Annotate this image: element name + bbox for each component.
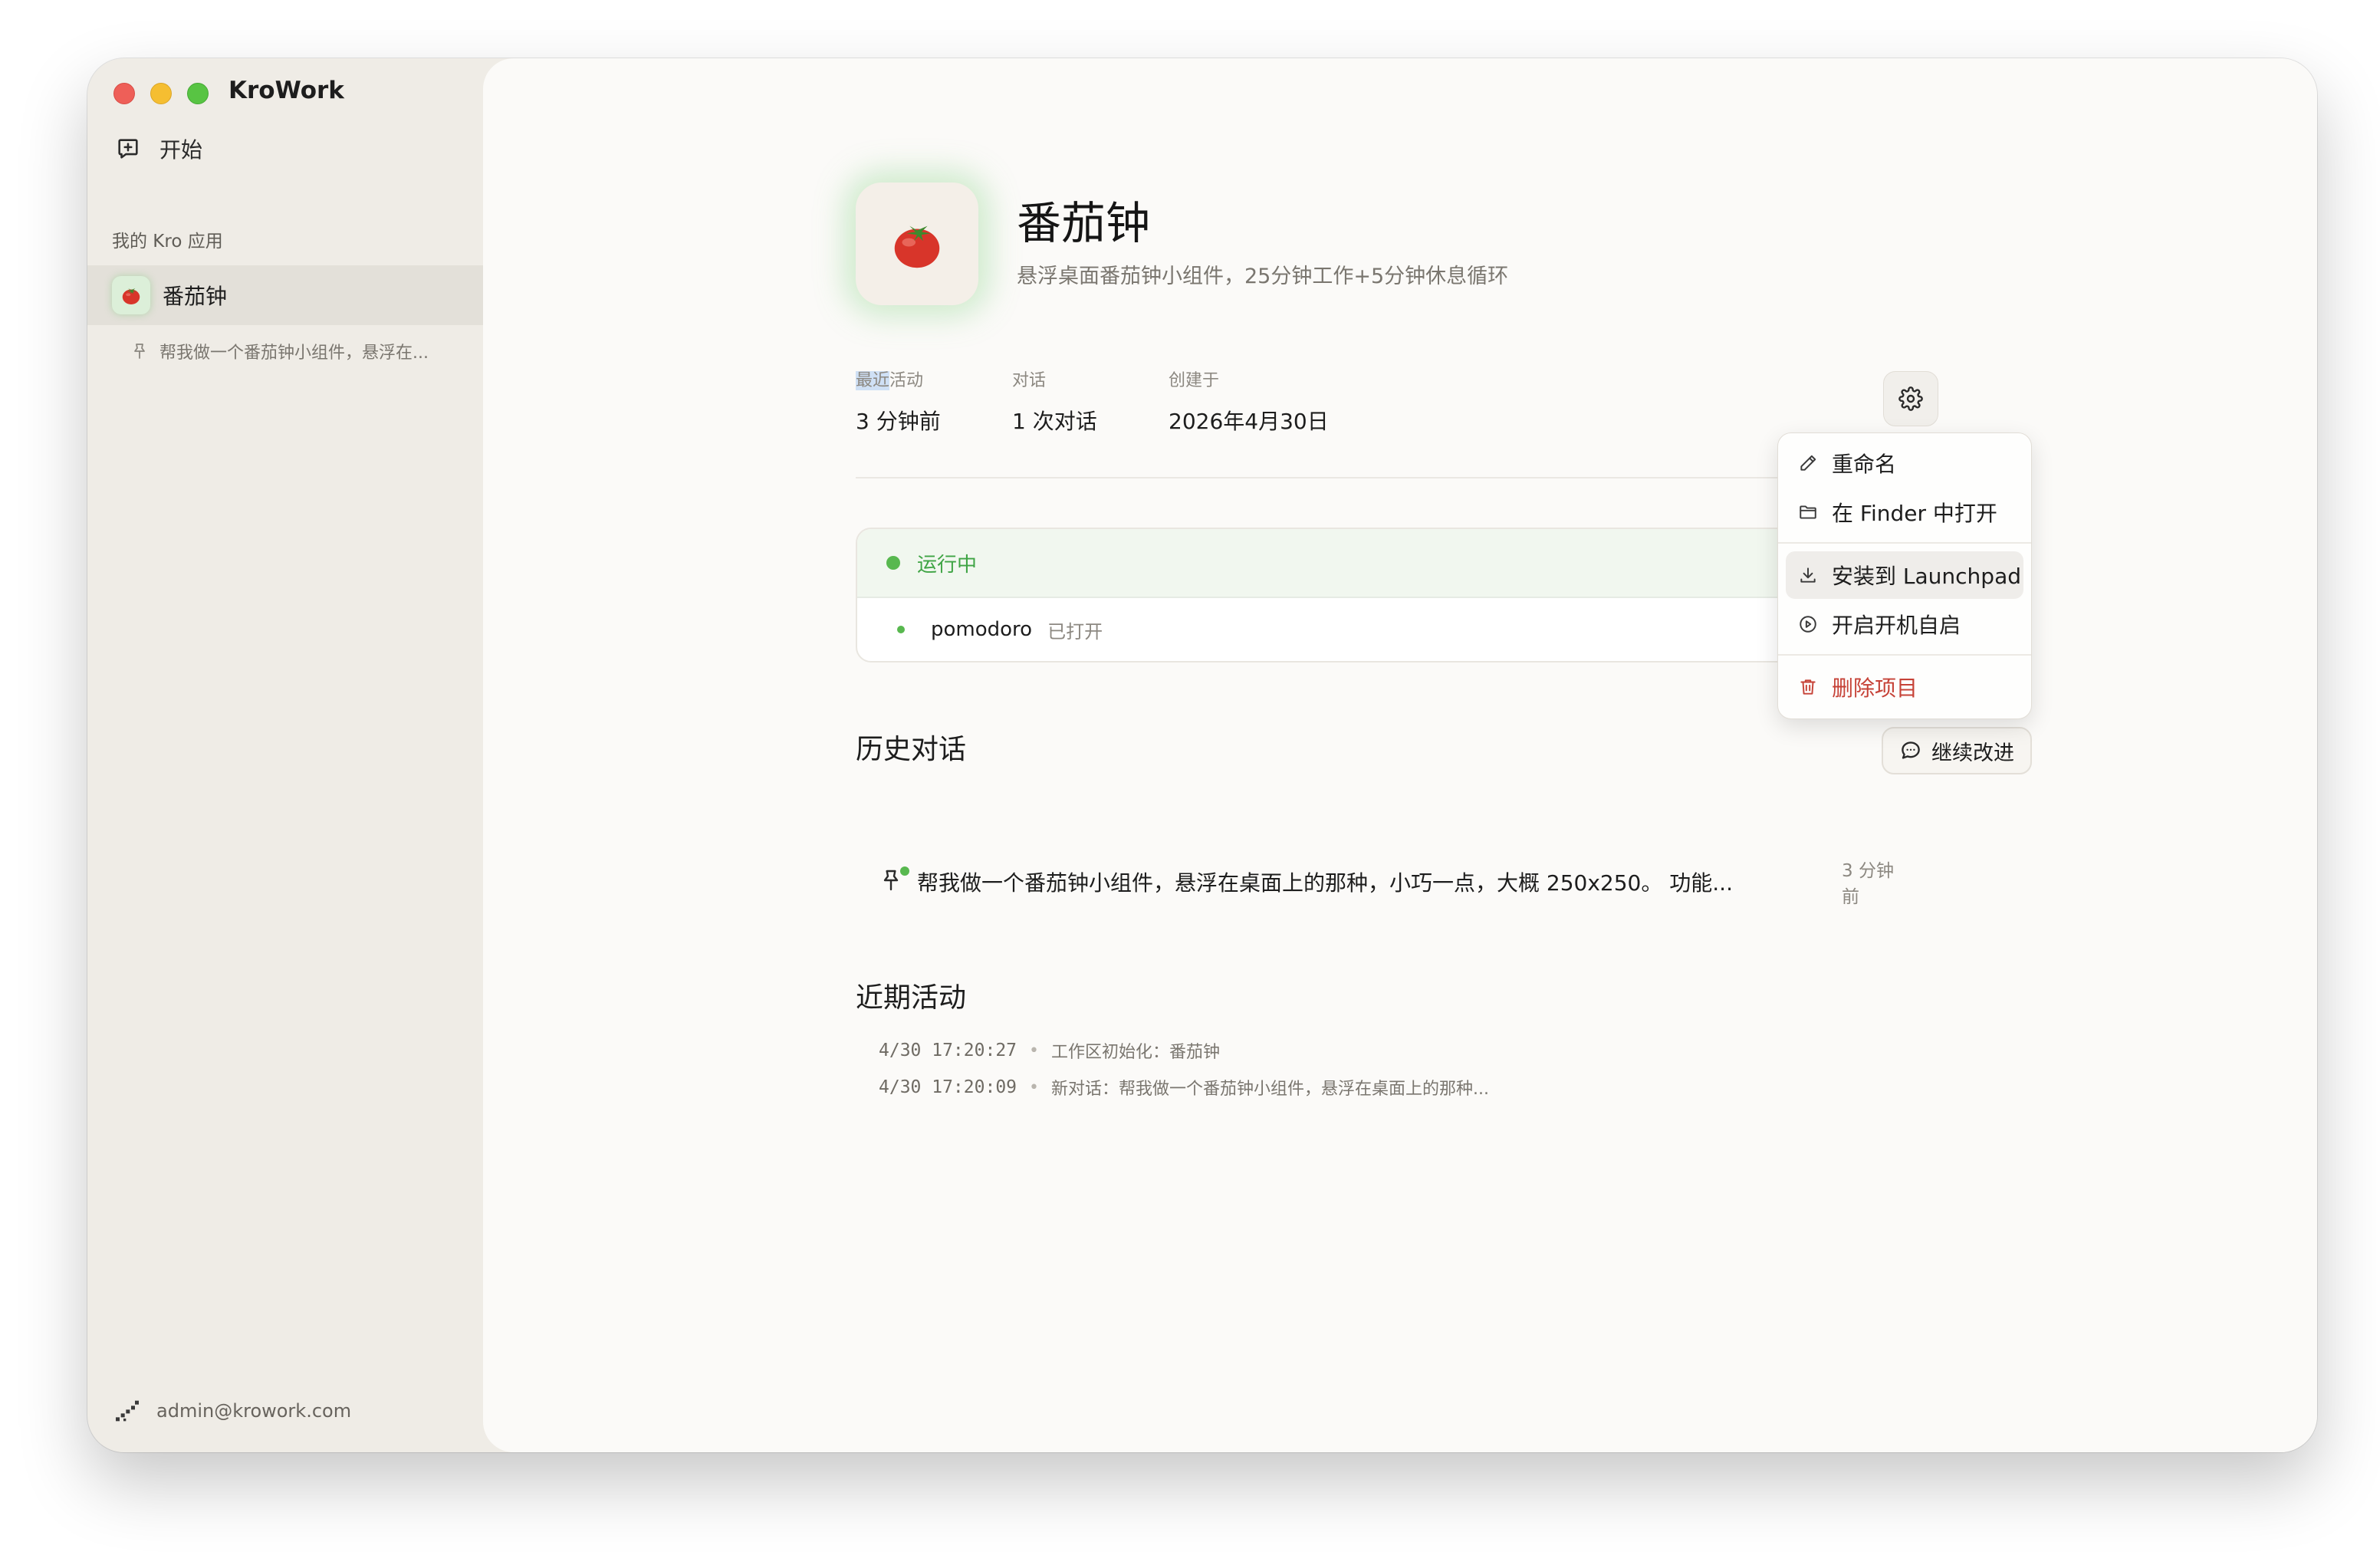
menu-item-label: 开启开机自启 xyxy=(1832,613,1961,638)
main-content: 番茄钟 悬浮桌面番茄钟小组件，25分钟工作+5分钟休息循环 最近活动 3 分钟前… xyxy=(483,58,2317,1452)
stat-label: 最近活动 xyxy=(856,371,924,390)
menu-item-label: 重命名 xyxy=(1832,452,1897,477)
menu-item-install-launchpad[interactable]: 安装到 Launchpad xyxy=(1786,551,2023,599)
settings-button[interactable] xyxy=(1883,371,1938,426)
maximize-window-button[interactable] xyxy=(187,83,209,104)
sidebar-section-label: 我的 Kro 应用 xyxy=(112,232,223,252)
activity-text: 新对话：帮我做一个番茄钟小组件，悬浮在桌面上的那种... xyxy=(1051,1080,1489,1099)
unread-dot xyxy=(900,866,909,876)
menu-item-label: 在 Finder 中打开 xyxy=(1832,501,1997,526)
divider xyxy=(856,477,1937,478)
stat-value: 3 分钟前 xyxy=(856,409,941,434)
running-status-header: 运行中 xyxy=(857,529,1938,598)
account-icon xyxy=(116,1400,139,1422)
sidebar: KroWork 开始 我的 Kro 应用 番茄钟 帮我做一个番茄钟小组件，悬浮在… xyxy=(87,58,483,1452)
activity-time: 4/30 17:20:09 xyxy=(879,1077,1017,1097)
stat-value: 2026年4月30日 xyxy=(1169,409,1329,434)
app-title: KroWork xyxy=(228,77,344,104)
process-name: pomodoro xyxy=(931,618,1033,641)
tomato-icon xyxy=(112,276,150,314)
activity-separator: • xyxy=(1029,1041,1039,1060)
activity-text: 工作区初始化：番茄钟 xyxy=(1051,1043,1221,1062)
gear-icon xyxy=(1898,386,1923,411)
menu-item-delete[interactable]: 删除项目 xyxy=(1778,663,2031,711)
menu-separator xyxy=(1778,542,2031,544)
activity-item: 4/30 17:20:27 • 工作区初始化：番茄钟 xyxy=(879,1038,1220,1063)
stat-label: 对话 xyxy=(1012,371,1047,390)
user-account[interactable]: admin@krowork.com xyxy=(112,1396,351,1426)
history-item-time: 3 分钟前 xyxy=(1842,861,1894,907)
download-icon xyxy=(1800,567,1816,583)
stat-label: 创建于 xyxy=(1169,371,1220,390)
process-dot xyxy=(897,626,905,633)
close-window-button[interactable] xyxy=(113,83,135,104)
minimize-window-button[interactable] xyxy=(150,83,172,104)
play-circle-icon xyxy=(1800,616,1816,633)
settings-dropdown-menu: 重命名 在 Finder 中打开 安装到 Launchpad 开启开机自启 删除… xyxy=(1777,432,2032,719)
app-window: KroWork 开始 我的 Kro 应用 番茄钟 帮我做一个番茄钟小组件，悬浮在… xyxy=(87,58,2317,1452)
history-title: 历史对话 xyxy=(856,734,967,765)
running-status-label: 运行中 xyxy=(917,553,978,577)
menu-item-label: 删除项目 xyxy=(1832,676,1918,701)
process-row[interactable]: pomodoro 已打开 xyxy=(857,598,1938,661)
folder-icon xyxy=(1800,505,1816,519)
sidebar-chat-preview-text: 帮我做一个番茄钟小组件，悬浮在... xyxy=(159,344,429,363)
continue-improve-button[interactable]: 继续改进 xyxy=(1882,727,2032,774)
new-start-label: 开始 xyxy=(159,137,203,163)
new-chat-icon xyxy=(118,139,138,159)
history-item[interactable]: 帮我做一个番茄钟小组件，悬浮在桌面上的那种，小巧一点，大概 250x250。 功… xyxy=(879,861,1906,907)
page-title: 番茄钟 xyxy=(1017,197,1151,249)
stat-created: 创建于 2026年4月30日 xyxy=(1169,367,1329,436)
activity-time: 4/30 17:20:27 xyxy=(879,1041,1017,1060)
activity-title: 近期活动 xyxy=(856,982,967,1014)
sidebar-item-chat-preview[interactable]: 帮我做一个番茄钟小组件，悬浮在... xyxy=(130,339,429,363)
sidebar-item-label: 番茄钟 xyxy=(163,284,228,309)
menu-item-label: 安装到 Launchpad xyxy=(1832,564,2021,589)
page-subtitle: 悬浮桌面番茄钟小组件，25分钟工作+5分钟休息循环 xyxy=(1017,265,1509,288)
continue-improve-label: 继续改进 xyxy=(1931,741,2014,765)
pencil-icon xyxy=(1800,455,1816,471)
new-start-button[interactable]: 开始 xyxy=(115,133,202,164)
stat-chats: 对话 1 次对话 xyxy=(1012,367,1097,436)
activity-separator: • xyxy=(1029,1077,1039,1097)
pin-icon xyxy=(879,866,909,896)
status-dot xyxy=(886,556,900,570)
menu-separator xyxy=(1778,654,2031,656)
history-item-text: 帮我做一个番茄钟小组件，悬浮在桌面上的那种，小巧一点，大概 250x250。 功… xyxy=(917,870,1733,896)
process-state: 已打开 xyxy=(1047,620,1103,643)
tomato-icon xyxy=(856,182,978,305)
chat-bubble-icon xyxy=(1902,741,1920,759)
trash-icon xyxy=(1800,679,1816,695)
user-email: admin@krowork.com xyxy=(156,1400,352,1422)
menu-item-rename[interactable]: 重命名 xyxy=(1778,439,2031,487)
pin-icon xyxy=(134,344,145,359)
stat-recent-activity: 最近活动 3 分钟前 xyxy=(856,367,941,436)
window-controls xyxy=(113,83,209,104)
activity-item: 4/30 17:20:09 • 新对话：帮我做一个番茄钟小组件，悬浮在桌面上的那… xyxy=(879,1075,1489,1100)
menu-item-autostart[interactable]: 开启开机自启 xyxy=(1778,600,2031,648)
menu-item-open-finder[interactable]: 在 Finder 中打开 xyxy=(1778,488,2031,536)
sidebar-item-tomato-clock[interactable]: 番茄钟 xyxy=(87,265,483,325)
stat-value: 1 次对话 xyxy=(1012,409,1097,434)
